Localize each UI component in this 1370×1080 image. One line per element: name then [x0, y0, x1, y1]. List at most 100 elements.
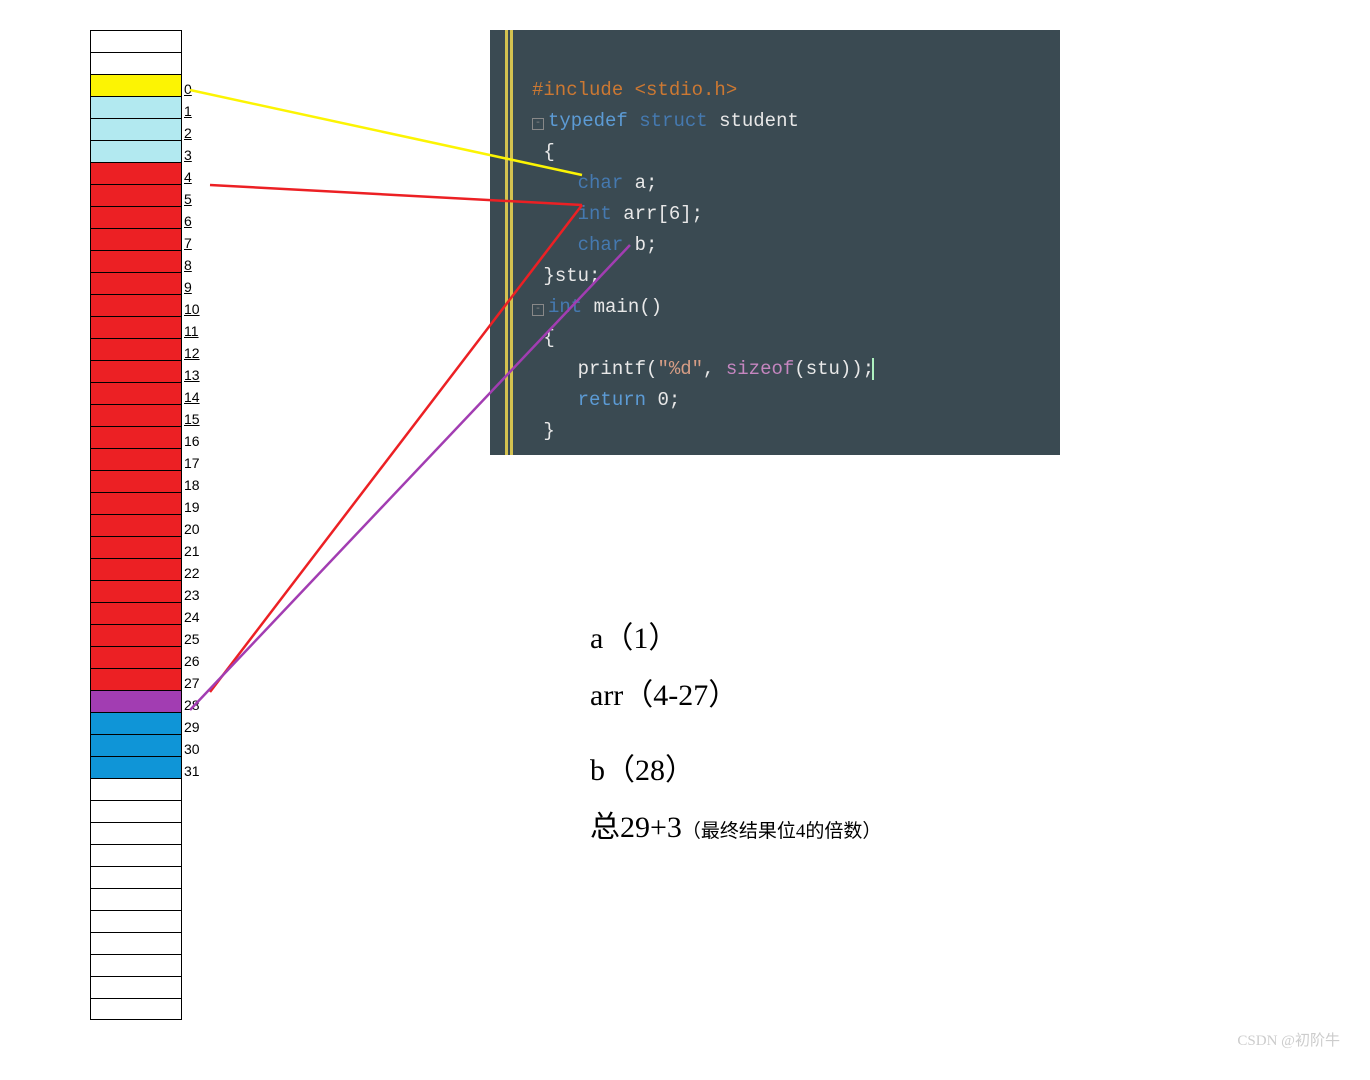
memory-row: 9: [90, 272, 200, 294]
byte-index: 10: [182, 301, 200, 317]
memory-cell: [90, 162, 182, 184]
byte-index: 16: [182, 433, 200, 449]
byte-index: 24: [182, 609, 200, 625]
memory-row: 31: [90, 756, 200, 778]
annot-total: 总29+3（最终结果位4的倍数）: [590, 799, 881, 856]
memory-row: 4: [90, 162, 200, 184]
memory-row: 29: [90, 712, 200, 734]
memory-cell: [90, 96, 182, 118]
byte-index: 22: [182, 565, 200, 581]
memory-cell: [90, 844, 182, 866]
code-line: -int main(): [532, 292, 1050, 323]
memory-row: 30: [90, 734, 200, 756]
memory-row: 19: [90, 492, 200, 514]
byte-index: 29: [182, 719, 200, 735]
memory-row: 22: [90, 558, 200, 580]
memory-cell: [90, 822, 182, 844]
memory-row: 21: [90, 536, 200, 558]
memory-row: 5: [90, 184, 200, 206]
memory-cell: [90, 206, 182, 228]
memory-cell: [90, 470, 182, 492]
memory-cell: [90, 734, 182, 756]
memory-cell: [90, 712, 182, 734]
code-line: return 0;: [532, 385, 1050, 416]
memory-cell: [90, 250, 182, 272]
code-line: printf("%d", sizeof(stu));: [532, 354, 1050, 385]
memory-cell: [90, 602, 182, 624]
byte-index: 31: [182, 763, 200, 779]
code-editor: #include <stdio.h> -typedef struct stude…: [490, 30, 1060, 455]
memory-row: 3: [90, 140, 200, 162]
memory-row: [90, 844, 200, 866]
byte-index: 3: [182, 147, 192, 163]
memory-layout-table: 0123456789101112131415161718192021222324…: [90, 30, 200, 1020]
memory-row: 6: [90, 206, 200, 228]
code-line: char a;: [532, 168, 1050, 199]
code-line: int arr[6];: [532, 199, 1050, 230]
byte-index: 30: [182, 741, 200, 757]
memory-row: 17: [90, 448, 200, 470]
memory-cell: [90, 646, 182, 668]
byte-index: 1: [182, 103, 192, 119]
memory-row: [90, 822, 200, 844]
memory-cell: [90, 30, 182, 52]
code-content: #include <stdio.h> -typedef struct stude…: [532, 75, 1050, 447]
memory-cell: [90, 404, 182, 426]
memory-row: [90, 778, 200, 800]
memory-row: [90, 998, 200, 1020]
code-line: {: [532, 137, 1050, 168]
memory-row: 15: [90, 404, 200, 426]
annot-b: b（28）: [590, 742, 881, 799]
memory-cell: [90, 580, 182, 602]
memory-row: [90, 910, 200, 932]
code-line: {: [532, 323, 1050, 354]
annotations: a（1） arr（4-27） b（28） 总29+3（最终结果位4的倍数）: [590, 610, 881, 856]
byte-index: 11: [182, 323, 199, 339]
memory-row: [90, 30, 200, 52]
byte-index: 23: [182, 587, 200, 603]
code-line: }: [532, 416, 1050, 447]
memory-row: [90, 976, 200, 998]
byte-index: 8: [182, 257, 192, 273]
byte-index: 18: [182, 477, 200, 493]
byte-index: 26: [182, 653, 200, 669]
memory-row: [90, 888, 200, 910]
memory-cell: [90, 910, 182, 932]
memory-cell: [90, 294, 182, 316]
byte-index: 17: [182, 455, 200, 471]
memory-row: 23: [90, 580, 200, 602]
memory-cell: [90, 118, 182, 140]
memory-row: [90, 932, 200, 954]
memory-cell: [90, 866, 182, 888]
memory-cell: [90, 426, 182, 448]
memory-cell: [90, 140, 182, 162]
watermark: CSDN @初阶牛: [1237, 1029, 1340, 1050]
memory-row: 8: [90, 250, 200, 272]
memory-cell: [90, 888, 182, 910]
memory-cell: [90, 954, 182, 976]
fold-icon[interactable]: -: [532, 118, 544, 130]
memory-row: 14: [90, 382, 200, 404]
code-line: char b;: [532, 230, 1050, 261]
memory-row: 26: [90, 646, 200, 668]
memory-cell: [90, 448, 182, 470]
byte-index: 5: [182, 191, 192, 207]
memory-cell: [90, 976, 182, 998]
byte-index: 4: [182, 169, 192, 185]
memory-row: 18: [90, 470, 200, 492]
memory-cell: [90, 932, 182, 954]
memory-cell: [90, 536, 182, 558]
memory-row: 20: [90, 514, 200, 536]
memory-cell: [90, 52, 182, 74]
memory-cell: [90, 514, 182, 536]
memory-cell: [90, 184, 182, 206]
byte-index: 27: [182, 675, 200, 691]
memory-cell: [90, 668, 182, 690]
code-line: }stu;: [532, 261, 1050, 292]
fold-icon[interactable]: -: [532, 304, 544, 316]
memory-row: 27: [90, 668, 200, 690]
byte-index: 9: [182, 279, 192, 295]
memory-row: 25: [90, 624, 200, 646]
annot-arr: arr（4-27）: [590, 667, 881, 724]
gutter-line: [505, 30, 508, 455]
